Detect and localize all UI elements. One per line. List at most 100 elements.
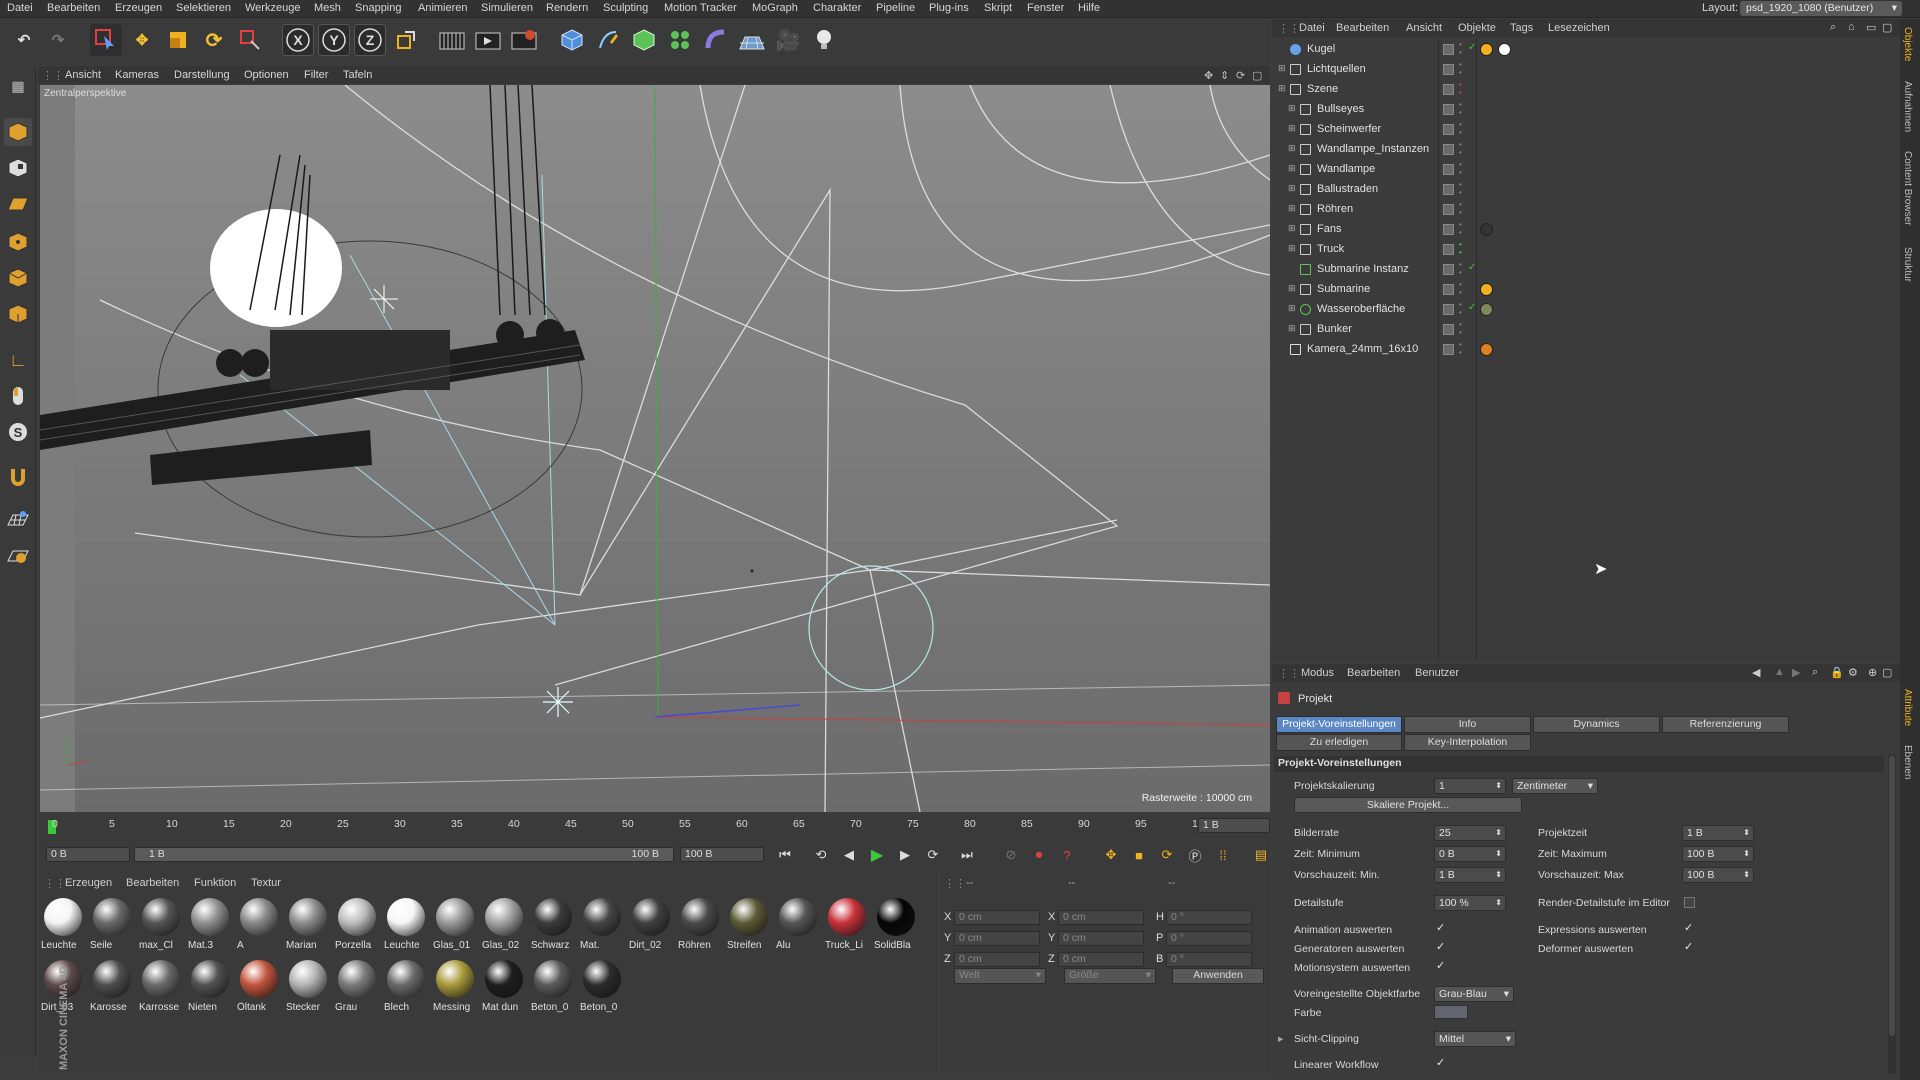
prev-frame-icon[interactable]: ◀ bbox=[838, 844, 860, 866]
object-row[interactable]: ⊞ Truck • • bbox=[1272, 240, 1900, 260]
object-row[interactable]: ⊞ Wandlampe • • bbox=[1272, 160, 1900, 180]
prev-key-icon[interactable]: ⟲ bbox=[810, 844, 832, 866]
apply-button[interactable]: Anwenden bbox=[1172, 968, 1264, 984]
menu-charakter[interactable]: Charakter bbox=[813, 2, 861, 14]
visibility-dots-icon[interactable]: • • bbox=[1459, 141, 1462, 157]
attr-scrollbar[interactable] bbox=[1888, 754, 1896, 1074]
material-swatch[interactable]: Röhren bbox=[677, 896, 723, 956]
obj-menu-bearbeiten[interactable]: Bearbeiten bbox=[1336, 22, 1389, 34]
material-swatch[interactable]: Mat. bbox=[579, 896, 625, 956]
obj-menu-tags[interactable]: Tags bbox=[1510, 22, 1533, 34]
visibility-dots-icon[interactable]: • • bbox=[1459, 201, 1462, 217]
vp-menu-optionen[interactable]: Optionen bbox=[244, 69, 289, 81]
expand-icon[interactable]: ⊞ bbox=[1288, 283, 1296, 294]
expand-icon[interactable]: ⊞ bbox=[1288, 203, 1296, 214]
pen-spline-icon[interactable] bbox=[592, 24, 624, 56]
viewport-maximize-icon[interactable]: ▢ bbox=[1252, 69, 1262, 82]
side-tab-ebenen[interactable]: Ebenen bbox=[1902, 745, 1913, 779]
object-row[interactable]: ⊞ Wasseroberfläche • • ✓ bbox=[1272, 300, 1900, 320]
object-row[interactable]: ⊞ Bullseyes • • bbox=[1272, 100, 1900, 120]
light-icon[interactable] bbox=[808, 24, 840, 56]
goto-start-icon[interactable]: ⏮ bbox=[774, 844, 796, 866]
visibility-dots-icon[interactable]: • • bbox=[1459, 81, 1462, 97]
deformer-icon[interactable] bbox=[700, 24, 732, 56]
menu-fenster[interactable]: Fenster bbox=[1027, 2, 1064, 14]
scale-tool-icon[interactable] bbox=[162, 24, 194, 56]
color-swatch[interactable] bbox=[1434, 1005, 1468, 1019]
material-swatch[interactable]: Truck_Li bbox=[824, 896, 870, 956]
menu-simulieren[interactable]: Simulieren bbox=[481, 2, 533, 14]
layer-icon[interactable] bbox=[1443, 304, 1454, 315]
workplane-icon[interactable] bbox=[4, 190, 32, 218]
goto-end-icon[interactable]: ⏭ bbox=[956, 844, 978, 866]
start-frame-field[interactable]: 0 B bbox=[46, 847, 130, 862]
object-row[interactable]: ⊞ Fans • • bbox=[1272, 220, 1900, 240]
menu-werkzeuge[interactable]: Werkzeuge bbox=[245, 2, 300, 14]
next-key-icon[interactable]: ⟳ bbox=[922, 844, 944, 866]
make-editable-icon[interactable]: ▦ bbox=[4, 72, 32, 100]
material-swatch[interactable]: Leuchte bbox=[383, 896, 429, 956]
mat-menu-textur[interactable]: Textur bbox=[251, 877, 281, 889]
menu-mograph[interactable]: MoGraph bbox=[752, 2, 798, 14]
visibility-dots-icon[interactable]: • • bbox=[1459, 301, 1462, 317]
object-row[interactable]: ⊞ Scheinwerfer • • bbox=[1272, 120, 1900, 140]
y-axis-lock-icon[interactable]: Y bbox=[318, 24, 350, 56]
vp-menu-darstellung[interactable]: Darstellung bbox=[174, 69, 230, 81]
mograph-cloner-icon[interactable] bbox=[664, 24, 696, 56]
cube-icon[interactable] bbox=[556, 24, 588, 56]
enabled-check-icon[interactable]: ✓ bbox=[1468, 302, 1476, 313]
material-swatch[interactable]: Glas_01 bbox=[432, 896, 478, 956]
project-time-field[interactable]: 1 B ⬍ bbox=[1682, 825, 1754, 841]
key-rotate-icon[interactable]: ⟳ bbox=[1156, 844, 1178, 866]
material-swatch[interactable]: SolidBla bbox=[873, 896, 919, 956]
axis-mode-icon[interactable]: ∟ bbox=[4, 346, 32, 374]
material-swatch[interactable]: Leuchte bbox=[40, 896, 86, 956]
layer-icon[interactable] bbox=[1443, 124, 1454, 135]
search-icon[interactable]: ⌕ bbox=[1830, 21, 1836, 34]
expand-icon[interactable]: ⊞ bbox=[1278, 63, 1286, 74]
layer-icon[interactable] bbox=[1443, 84, 1454, 95]
material-swatch[interactable]: Beton_0 bbox=[579, 958, 625, 1018]
visibility-dots-icon[interactable]: • • bbox=[1459, 281, 1462, 297]
material-swatch[interactable]: Dirt_02 bbox=[628, 896, 674, 956]
back-arrow-icon[interactable]: ◀ bbox=[1752, 666, 1760, 679]
tab-key-interpolation[interactable]: Key-Interpolation bbox=[1404, 734, 1531, 751]
deformers-checkbox[interactable]: ✓ bbox=[1684, 942, 1695, 953]
layer-icon[interactable] bbox=[1443, 324, 1454, 335]
lock-icon[interactable]: 🔒 bbox=[1830, 666, 1844, 679]
scrollbar-thumb[interactable] bbox=[1889, 756, 1895, 1036]
side-tab-objekte[interactable]: Objekte bbox=[1902, 27, 1913, 61]
coord-field[interactable]: 0 cm bbox=[954, 931, 1040, 946]
vp-menu-kameras[interactable]: Kameras bbox=[115, 69, 159, 81]
object-row[interactable]: ⊞ Lichtquellen • • bbox=[1272, 60, 1900, 80]
side-tab-attribute[interactable]: Attribute bbox=[1902, 689, 1913, 726]
material-swatch[interactable]: Porzella bbox=[334, 896, 380, 956]
visibility-dots-icon[interactable]: • • bbox=[1459, 181, 1462, 197]
side-tab-aufnahmen[interactable]: Aufnahmen bbox=[1902, 81, 1913, 132]
expand-icon[interactable]: ⊞ bbox=[1288, 123, 1296, 134]
expand-icon[interactable]: ⊞ bbox=[1288, 143, 1296, 154]
linear-workflow-checkbox[interactable]: ✓ bbox=[1436, 1058, 1447, 1069]
minimize-icon[interactable]: ▭ bbox=[1866, 21, 1876, 34]
expand-icon[interactable]: ⊞ bbox=[1288, 163, 1296, 174]
render-detail-checkbox[interactable] bbox=[1684, 897, 1695, 908]
tag-icon[interactable] bbox=[1480, 43, 1493, 56]
model-mode-icon[interactable] bbox=[4, 118, 32, 146]
viewport-3d[interactable]: Zentralperspektive Rasterweite : 10000 c… bbox=[40, 85, 1270, 812]
unit-select[interactable]: Zentimeter ▾ bbox=[1512, 778, 1598, 794]
layer-icon[interactable] bbox=[1443, 184, 1454, 195]
polygons-mode-icon[interactable] bbox=[4, 300, 32, 328]
layer-icon[interactable] bbox=[1443, 344, 1454, 355]
mat-menu-bearbeiten[interactable]: Bearbeiten bbox=[126, 877, 179, 889]
z-axis-lock-icon[interactable]: Z bbox=[354, 24, 386, 56]
key-scale-icon[interactable]: ■ bbox=[1128, 844, 1150, 866]
camera-icon[interactable]: 🎥 bbox=[772, 24, 804, 56]
animation-checkbox[interactable]: ✓ bbox=[1436, 923, 1447, 934]
material-swatch[interactable]: Marian bbox=[285, 896, 331, 956]
mat-menu-erzeugen[interactable]: Erzeugen bbox=[65, 877, 112, 889]
menu-datei[interactable]: Datei bbox=[7, 2, 33, 14]
object-row[interactable]: ⊞ Wandlampe_Instanzen • • bbox=[1272, 140, 1900, 160]
maximize-icon[interactable]: ▢ bbox=[1882, 21, 1892, 34]
expand-arrow-icon[interactable]: ▸ bbox=[1278, 1033, 1283, 1045]
tag-icon[interactable] bbox=[1480, 303, 1493, 316]
